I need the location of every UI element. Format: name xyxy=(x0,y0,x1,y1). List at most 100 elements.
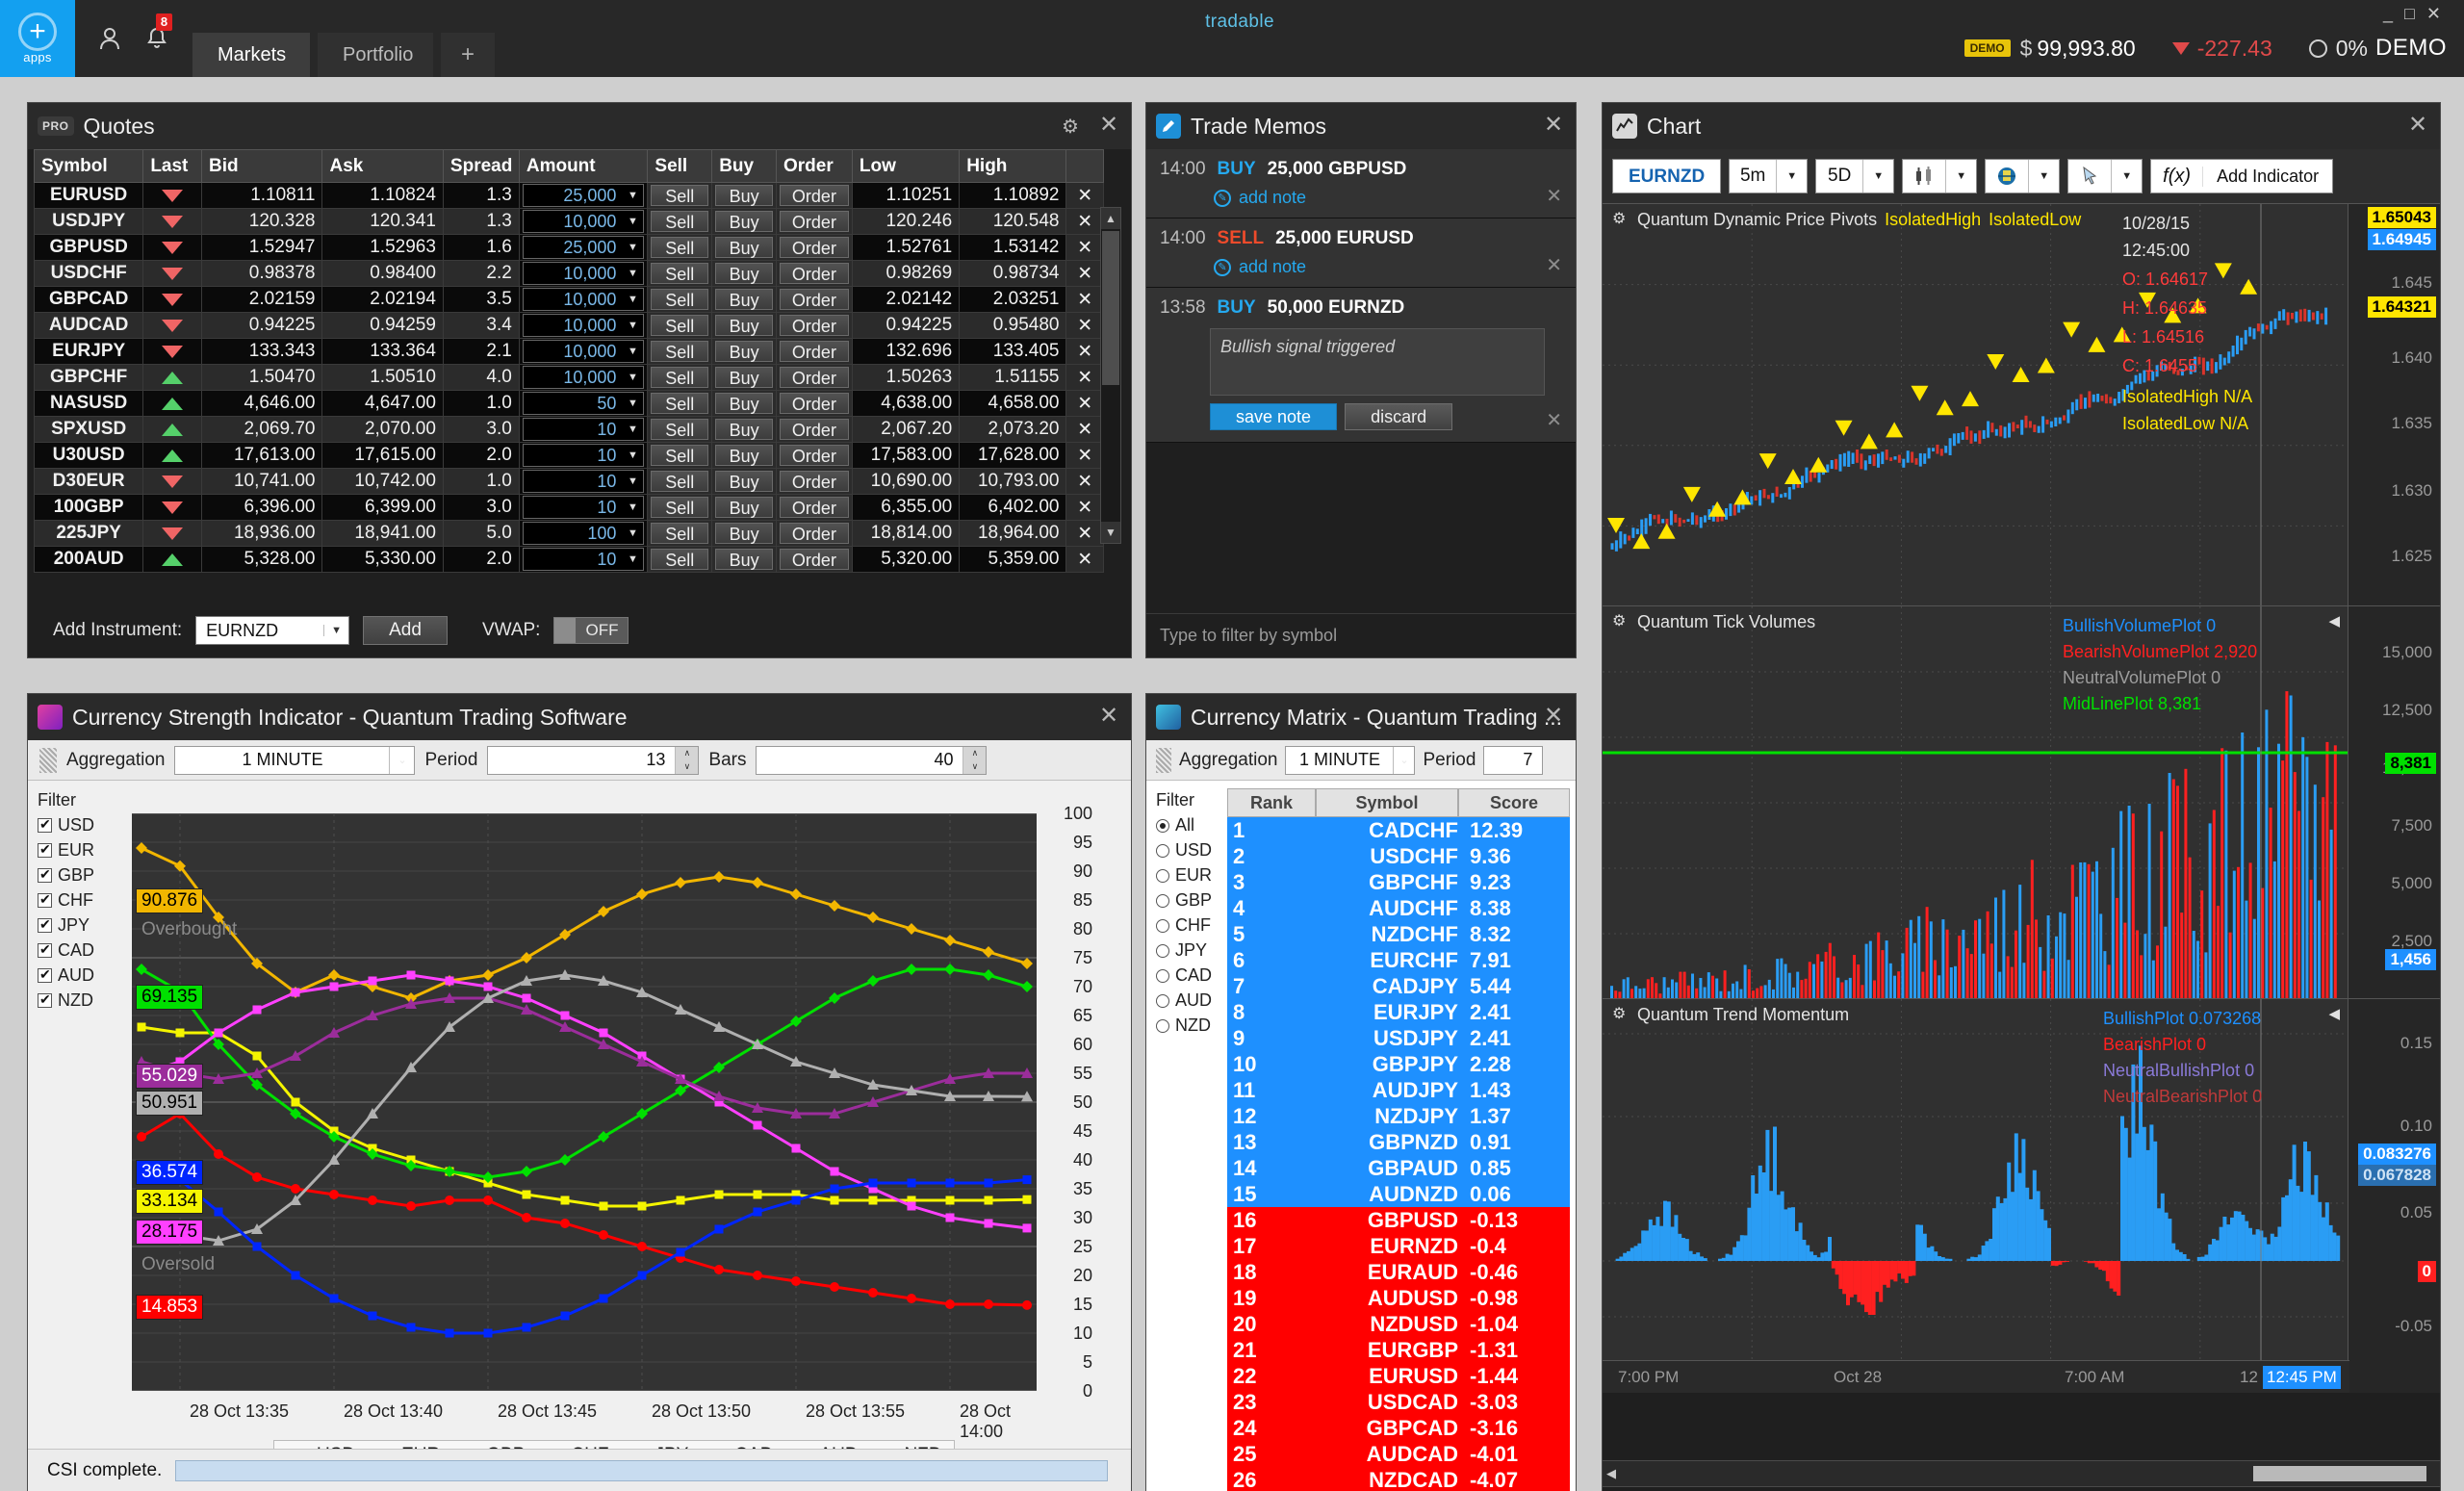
table-row[interactable]: D30EUR 10,741.00 10,742.00 1.0 10 ▼ Sell Buy Ord… xyxy=(33,468,1104,495)
memo-filter-input[interactable]: Type to filter by symbol xyxy=(1146,613,1576,657)
quote-amount-cell[interactable]: 10 ▼ xyxy=(518,494,649,521)
csi-filter-aud[interactable]: AUD xyxy=(38,965,124,986)
matrix-row[interactable]: 25 AUDCAD -4.01 xyxy=(1227,1441,1570,1467)
order-cell[interactable]: Order xyxy=(775,182,853,209)
checkbox-icon[interactable] xyxy=(38,991,52,1008)
amount-select[interactable]: 10,000 ▼ xyxy=(522,210,645,233)
matrix-row[interactable]: 5 NZDCHF 8.32 xyxy=(1227,921,1570,947)
matrix-filter-nzd[interactable]: NZD xyxy=(1156,1015,1223,1036)
quote-amount-cell[interactable]: 25,000 ▼ xyxy=(518,234,649,261)
matrix-row[interactable]: 10 GBPJPY 2.28 xyxy=(1227,1051,1570,1077)
order-cell[interactable]: Order xyxy=(775,442,853,469)
csi-filter-cad[interactable]: CAD xyxy=(38,940,124,961)
remove-row-icon[interactable]: ✕ xyxy=(1065,442,1104,469)
matrix-row[interactable]: 12 NZDJPY 1.37 xyxy=(1227,1103,1570,1129)
sell-cell[interactable]: Sell xyxy=(647,468,713,495)
remove-row-icon[interactable]: ✕ xyxy=(1065,546,1104,573)
period-input[interactable]: 13 ∧ ∨ xyxy=(487,745,700,775)
buy-cell[interactable]: Buy xyxy=(711,546,777,573)
matrix-row[interactable]: 8 EURJPY 2.41 xyxy=(1227,999,1570,1025)
discard-button[interactable]: discard xyxy=(1345,403,1453,430)
sell-cell[interactable]: Sell xyxy=(647,494,713,521)
stepper-up-icon[interactable]: ∧ xyxy=(963,746,987,760)
collapse-icon[interactable]: ◀ xyxy=(2328,612,2340,630)
order-button[interactable]: Order xyxy=(779,367,849,388)
window-close-icon[interactable]: ✕ xyxy=(2426,4,2452,23)
quotes-col-header[interactable]: Bid xyxy=(201,149,323,183)
order-button[interactable]: Order xyxy=(779,185,849,206)
quote-amount-cell[interactable]: 50 ▼ xyxy=(518,390,649,417)
buy-cell[interactable]: Buy xyxy=(711,390,777,417)
sell-cell[interactable]: Sell xyxy=(647,442,713,469)
table-row[interactable]: 225JPY 18,936.00 18,941.00 5.0 100 ▼ Sell Buy Or… xyxy=(33,520,1104,547)
table-row[interactable]: 200AUD 5,328.00 5,330.00 2.0 10 ▼ Sell Buy Order… xyxy=(33,546,1104,573)
sell-button[interactable]: Sell xyxy=(651,523,709,544)
quote-amount-cell[interactable]: 100 ▼ xyxy=(518,520,649,547)
radio-icon[interactable] xyxy=(1156,918,1169,933)
drag-handle-icon[interactable] xyxy=(39,747,57,773)
quote-amount-cell[interactable]: 10 ▼ xyxy=(518,546,649,573)
order-button[interactable]: Order xyxy=(779,549,849,570)
order-cell[interactable]: Order xyxy=(775,416,853,443)
amount-select[interactable]: 10,000 ▼ xyxy=(522,366,645,389)
csi-filter-nzd[interactable]: NZD xyxy=(38,990,124,1011)
aggregation-select[interactable]: 1 MINUTE ⌄ xyxy=(174,745,416,775)
buy-cell[interactable]: Buy xyxy=(711,182,777,209)
radio-icon[interactable] xyxy=(1156,818,1169,833)
order-cell[interactable]: Order xyxy=(775,234,853,261)
quote-amount-cell[interactable]: 10,000 ▼ xyxy=(518,364,649,391)
quotes-col-header[interactable]: Order xyxy=(775,149,853,183)
price-subchart[interactable]: ⚙ Quantum Dynamic Price Pivots IsolatedH… xyxy=(1603,203,2440,605)
order-button[interactable]: Order xyxy=(779,471,849,492)
matrix-row[interactable]: 4 AUDCHF 8.38 xyxy=(1227,895,1570,921)
buy-button[interactable]: Buy xyxy=(715,393,773,414)
quote-amount-cell[interactable]: 10,000 ▼ xyxy=(518,286,649,313)
order-cell[interactable]: Order xyxy=(775,468,853,495)
sell-button[interactable]: Sell xyxy=(651,549,709,570)
buy-cell[interactable]: Buy xyxy=(711,520,777,547)
quotes-col-header[interactable]: Last xyxy=(142,149,203,183)
quote-amount-cell[interactable]: 10 ▼ xyxy=(518,468,649,495)
trend-momentum-subchart[interactable]: ⚙ Quantum Trend Momentum BullishPlot 0.0… xyxy=(1603,998,2440,1393)
order-button[interactable]: Order xyxy=(779,341,849,362)
checkbox-icon[interactable] xyxy=(38,941,52,958)
matrix-filter-chf[interactable]: CHF xyxy=(1156,915,1223,936)
buy-cell[interactable]: Buy xyxy=(711,260,777,287)
matrix-row[interactable]: 23 USDCAD -3.03 xyxy=(1227,1389,1570,1415)
matrix-row[interactable]: 3 GBPCHF 9.23 xyxy=(1227,869,1570,895)
matrix-col-header[interactable]: Score xyxy=(1458,788,1570,817)
order-cell[interactable]: Order xyxy=(775,364,853,391)
tab-markets[interactable]: Markets xyxy=(192,33,310,77)
buy-cell[interactable]: Buy xyxy=(711,468,777,495)
remove-row-icon[interactable]: ✕ xyxy=(1065,312,1104,339)
remove-row-icon[interactable]: ✕ xyxy=(1065,390,1104,417)
buy-button[interactable]: Buy xyxy=(715,445,773,466)
memo-item[interactable]: 13:58 BUY 50,000 EURNZD Bullish signal trig… xyxy=(1146,288,1576,443)
remove-row-icon[interactable]: ✕ xyxy=(1065,468,1104,495)
amount-select[interactable]: 10 ▼ xyxy=(522,548,645,571)
matrix-filter-usd[interactable]: USD xyxy=(1156,840,1223,861)
scrollbar-thumb[interactable] xyxy=(1102,231,1119,385)
drag-handle-icon[interactable] xyxy=(1156,747,1171,773)
order-button[interactable]: Order xyxy=(779,211,849,232)
order-button[interactable]: Order xyxy=(779,315,849,336)
user-icon[interactable] xyxy=(92,21,127,56)
collapse-icon[interactable]: ◀ xyxy=(2328,1005,2340,1022)
buy-cell[interactable]: Buy xyxy=(711,234,777,261)
gear-icon[interactable]: ⚙ xyxy=(1612,1006,1630,1024)
order-button[interactable]: Order xyxy=(779,263,849,284)
table-row[interactable]: SPXUSD 2,069.70 2,070.00 3.0 10 ▼ Sell Buy Order… xyxy=(33,416,1104,443)
quotes-col-header[interactable]: Symbol xyxy=(33,149,144,183)
remove-row-icon[interactable]: ✕ xyxy=(1065,286,1104,313)
remove-row-icon[interactable]: ✕ xyxy=(1065,208,1104,235)
buy-cell[interactable]: Buy xyxy=(711,208,777,235)
amount-select[interactable]: 25,000 ▼ xyxy=(522,236,645,259)
buy-button[interactable]: Buy xyxy=(715,497,773,518)
sell-button[interactable]: Sell xyxy=(651,315,709,336)
table-row[interactable]: EURUSD 1.10811 1.10824 1.3 25,000 ▼ Sell Buy Ord… xyxy=(33,182,1104,209)
table-row[interactable]: 100GBP 6,396.00 6,399.00 3.0 10 ▼ Sell Buy Order… xyxy=(33,494,1104,521)
matrix-col-header[interactable]: Symbol xyxy=(1316,788,1458,817)
sell-cell[interactable]: Sell xyxy=(647,260,713,287)
checkbox-icon[interactable] xyxy=(38,816,52,833)
checkbox-icon[interactable] xyxy=(38,966,52,983)
